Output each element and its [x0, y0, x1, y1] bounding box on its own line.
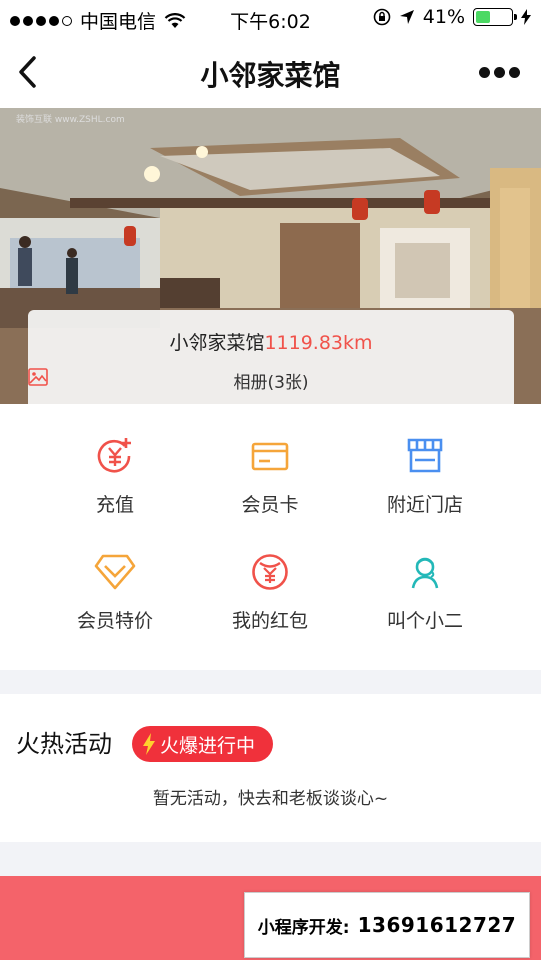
album-link[interactable]: 相册(3张) [28, 368, 514, 393]
member-price-button[interactable]: 会员特价 [25, 552, 205, 652]
grid-item-label: 叫个小二 [386, 610, 463, 632]
activity-title: 火热活动 [16, 730, 112, 758]
developer-contact-badge: 小程序开发: 13691612727 [244, 892, 530, 958]
store-info-card: 小邻家菜馆1119.83km 相册(3张) [28, 310, 514, 404]
grid-item-label: 会员特价 [76, 610, 153, 632]
activity-empty-text: 暂无活动，快去和老板谈谈心~ [152, 789, 389, 809]
call-waiter-button[interactable]: 叫个小二 [335, 552, 515, 652]
status-bar: 中国电信 下午6:02 41% [0, 0, 541, 36]
location-arrow-icon [399, 10, 414, 24]
more-dots-icon[interactable] [479, 64, 521, 80]
store-name-line: 小邻家菜馆1119.83km [28, 328, 514, 355]
lightning-icon [143, 733, 155, 755]
photo-watermark: 装饰互联 www.ZSHL.com [16, 115, 125, 125]
my-red-packet-button[interactable]: 我的红包 [180, 552, 360, 652]
store-cover-image: 装饰互联 www.ZSHL.com 小邻家菜馆1119.83km 相册(3张) [0, 108, 541, 404]
image-icon [28, 368, 48, 386]
activity-badge-label: 火爆进行中 [160, 734, 256, 757]
page-title: 小邻家菜馆 [200, 59, 341, 92]
recharge-button[interactable]: 充值 [25, 436, 205, 536]
store-distance: 1119.83km [264, 332, 373, 354]
battery-percent: 41% [422, 6, 465, 28]
feature-grid: 充值 会员卡 附近门店 会员特价 我的红包 叫个小二 [0, 404, 541, 670]
grid-item-label: 充值 [95, 494, 134, 516]
store-awning-icon [407, 438, 443, 473]
developer-phone: 13691612727 [357, 913, 517, 937]
membership-card-button[interactable]: 会员卡 [180, 436, 360, 536]
album-label: 相册(3张) [233, 373, 309, 393]
diamond-icon [94, 554, 136, 590]
charging-bolt-icon [521, 9, 531, 25]
activity-status-badge: 火爆进行中 [132, 726, 274, 762]
store-name: 小邻家菜馆 [169, 332, 265, 354]
waiter-icon [411, 557, 439, 589]
grid-item-label: 附近门店 [386, 494, 463, 516]
membership-card-icon [251, 442, 289, 471]
battery-icon [473, 8, 517, 26]
rotation-lock-icon [373, 8, 391, 26]
activity-section: 火热活动 火爆进行中 暂无活动，快去和老板谈谈心~ [0, 694, 541, 842]
recharge-yen-plus-icon [97, 438, 131, 473]
red-packet-yen-icon [252, 554, 288, 590]
nearby-stores-button[interactable]: 附近门店 [335, 436, 515, 536]
developer-label: 小程序开发: [257, 917, 350, 938]
grid-item-label: 我的红包 [231, 610, 308, 632]
grid-item-label: 会员卡 [241, 494, 299, 516]
nav-bar: 小邻家菜馆 [0, 36, 541, 108]
